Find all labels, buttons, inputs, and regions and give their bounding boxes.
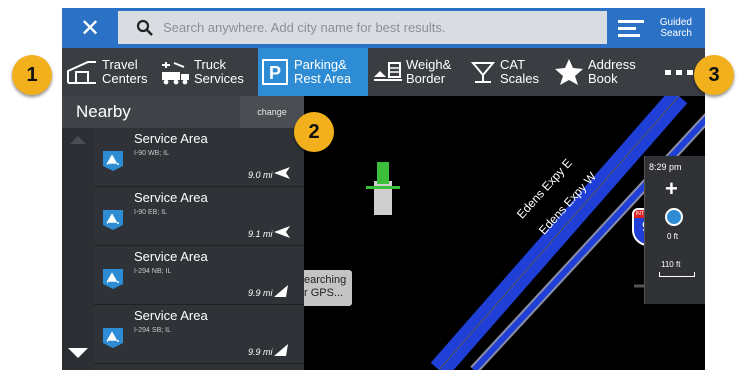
zoom-in-button[interactable]: + bbox=[665, 176, 678, 202]
category-label: Weigh& Border bbox=[406, 57, 452, 86]
item-title: Service Area bbox=[134, 131, 208, 146]
scale-large: 110 ft bbox=[661, 260, 681, 269]
item-subtitle: I-90 EB; IL bbox=[134, 209, 168, 216]
item-subtitle: I-90 WB; IL bbox=[134, 150, 170, 157]
item-title: Service Area bbox=[134, 308, 208, 323]
guided-search-button[interactable]: Guided Search bbox=[610, 8, 705, 48]
callout-1: 1 bbox=[12, 55, 52, 95]
rest-area-icon bbox=[103, 210, 123, 230]
search-input[interactable]: Search anywhere. Add city name for best … bbox=[118, 11, 607, 44]
parking-icon: P bbox=[262, 59, 288, 85]
item-distance: 9.0 mi bbox=[248, 170, 273, 180]
nearby-panel: Nearby change Service Area I-90 WB; IL 9… bbox=[62, 96, 304, 370]
direction-left-icon bbox=[274, 167, 290, 179]
item-title: Service Area bbox=[134, 190, 208, 205]
list-item[interactable]: Service Area I-90 WB; IL 9.0 mi bbox=[94, 128, 304, 187]
guided-search-label: Guided Search bbox=[659, 17, 692, 39]
more-icon bbox=[664, 70, 693, 75]
vehicle-marker bbox=[366, 186, 400, 189]
scale-bar bbox=[659, 272, 695, 277]
weigh-border-icon bbox=[374, 62, 402, 81]
scroll-up-icon[interactable] bbox=[70, 136, 86, 144]
category-travel-centers[interactable]: Travel Centers bbox=[62, 48, 158, 96]
list-filter-icon bbox=[618, 16, 644, 41]
list-item[interactable]: Service Area I-90 EB; IL 9.1 mi bbox=[94, 187, 304, 246]
callout-3: 3 bbox=[694, 55, 734, 95]
category-label: Parking& Rest Area bbox=[294, 57, 352, 86]
item-title: Service Area bbox=[134, 249, 208, 264]
close-button[interactable]: ✕ bbox=[62, 8, 118, 48]
category-label: Truck Services bbox=[194, 57, 244, 86]
direction-left-icon bbox=[274, 226, 290, 238]
vehicle-cab bbox=[377, 162, 389, 184]
app-screen: ✕ Search anywhere. Add city name for bes… bbox=[62, 8, 705, 370]
truck-service-icon bbox=[162, 62, 189, 85]
direction-up-right-icon bbox=[274, 285, 288, 297]
svg-text:P: P bbox=[269, 63, 281, 83]
item-subtitle: I-294 SB; IL bbox=[134, 327, 171, 334]
nearby-list[interactable]: Service Area I-90 WB; IL 9.0 mi Service … bbox=[62, 128, 304, 370]
cat-scale-icon bbox=[470, 62, 496, 83]
item-distance: 9.9 mi bbox=[248, 347, 273, 357]
category-label: Travel Centers bbox=[102, 57, 148, 86]
category-bar: Travel Centers Truck Services P Parking&… bbox=[62, 48, 705, 96]
star-icon bbox=[555, 59, 583, 85]
list-scrollbar[interactable] bbox=[62, 128, 94, 370]
nearby-title: Nearby bbox=[76, 102, 131, 121]
category-weigh-border[interactable]: Weigh& Border bbox=[370, 48, 464, 96]
category-label: CAT Scales bbox=[500, 57, 540, 86]
category-truck-services[interactable]: Truck Services bbox=[158, 48, 256, 96]
category-label: Address Book bbox=[588, 57, 636, 86]
change-button[interactable]: change bbox=[240, 96, 304, 128]
category-address-book[interactable]: Address Book bbox=[552, 48, 650, 96]
gps-status: earching r GPS... bbox=[304, 270, 352, 306]
scroll-down-icon[interactable] bbox=[68, 348, 88, 358]
map-view[interactable]: Edens Expy E Edens Expy W INTERSTATE 94 … bbox=[304, 96, 705, 370]
item-distance: 9.9 mi bbox=[248, 288, 273, 298]
search-icon bbox=[136, 19, 153, 36]
list-item[interactable]: Service Area I-294 NB; IL 9.9 mi bbox=[94, 246, 304, 305]
nearby-header: Nearby change bbox=[62, 96, 304, 128]
search-bar: ✕ Search anywhere. Add city name for bes… bbox=[62, 8, 705, 48]
rest-area-icon bbox=[103, 269, 123, 289]
callout-2: 2 bbox=[294, 112, 334, 152]
rest-area-icon bbox=[103, 328, 123, 348]
scale-small: 0 ft bbox=[667, 232, 679, 241]
item-distance: 9.1 mi bbox=[248, 229, 273, 239]
map-controls: 8:29 pm + 0 ft 110 ft bbox=[644, 156, 705, 304]
clock-time: 8:29 pm bbox=[649, 162, 682, 172]
item-subtitle: I-294 NB; IL bbox=[134, 268, 172, 275]
list-item[interactable]: Service Area I-294 SB; IL 9.9 mi bbox=[94, 305, 304, 364]
travel-center-icon bbox=[67, 61, 96, 84]
search-placeholder: Search anywhere. Add city name for best … bbox=[163, 20, 446, 35]
category-cat-scales[interactable]: CAT Scales bbox=[466, 48, 550, 96]
rest-area-icon bbox=[103, 151, 123, 171]
direction-up-right-icon bbox=[274, 344, 288, 356]
compass-icon[interactable] bbox=[665, 208, 683, 226]
category-parking-rest-area[interactable]: P Parking& Rest Area bbox=[258, 48, 368, 96]
